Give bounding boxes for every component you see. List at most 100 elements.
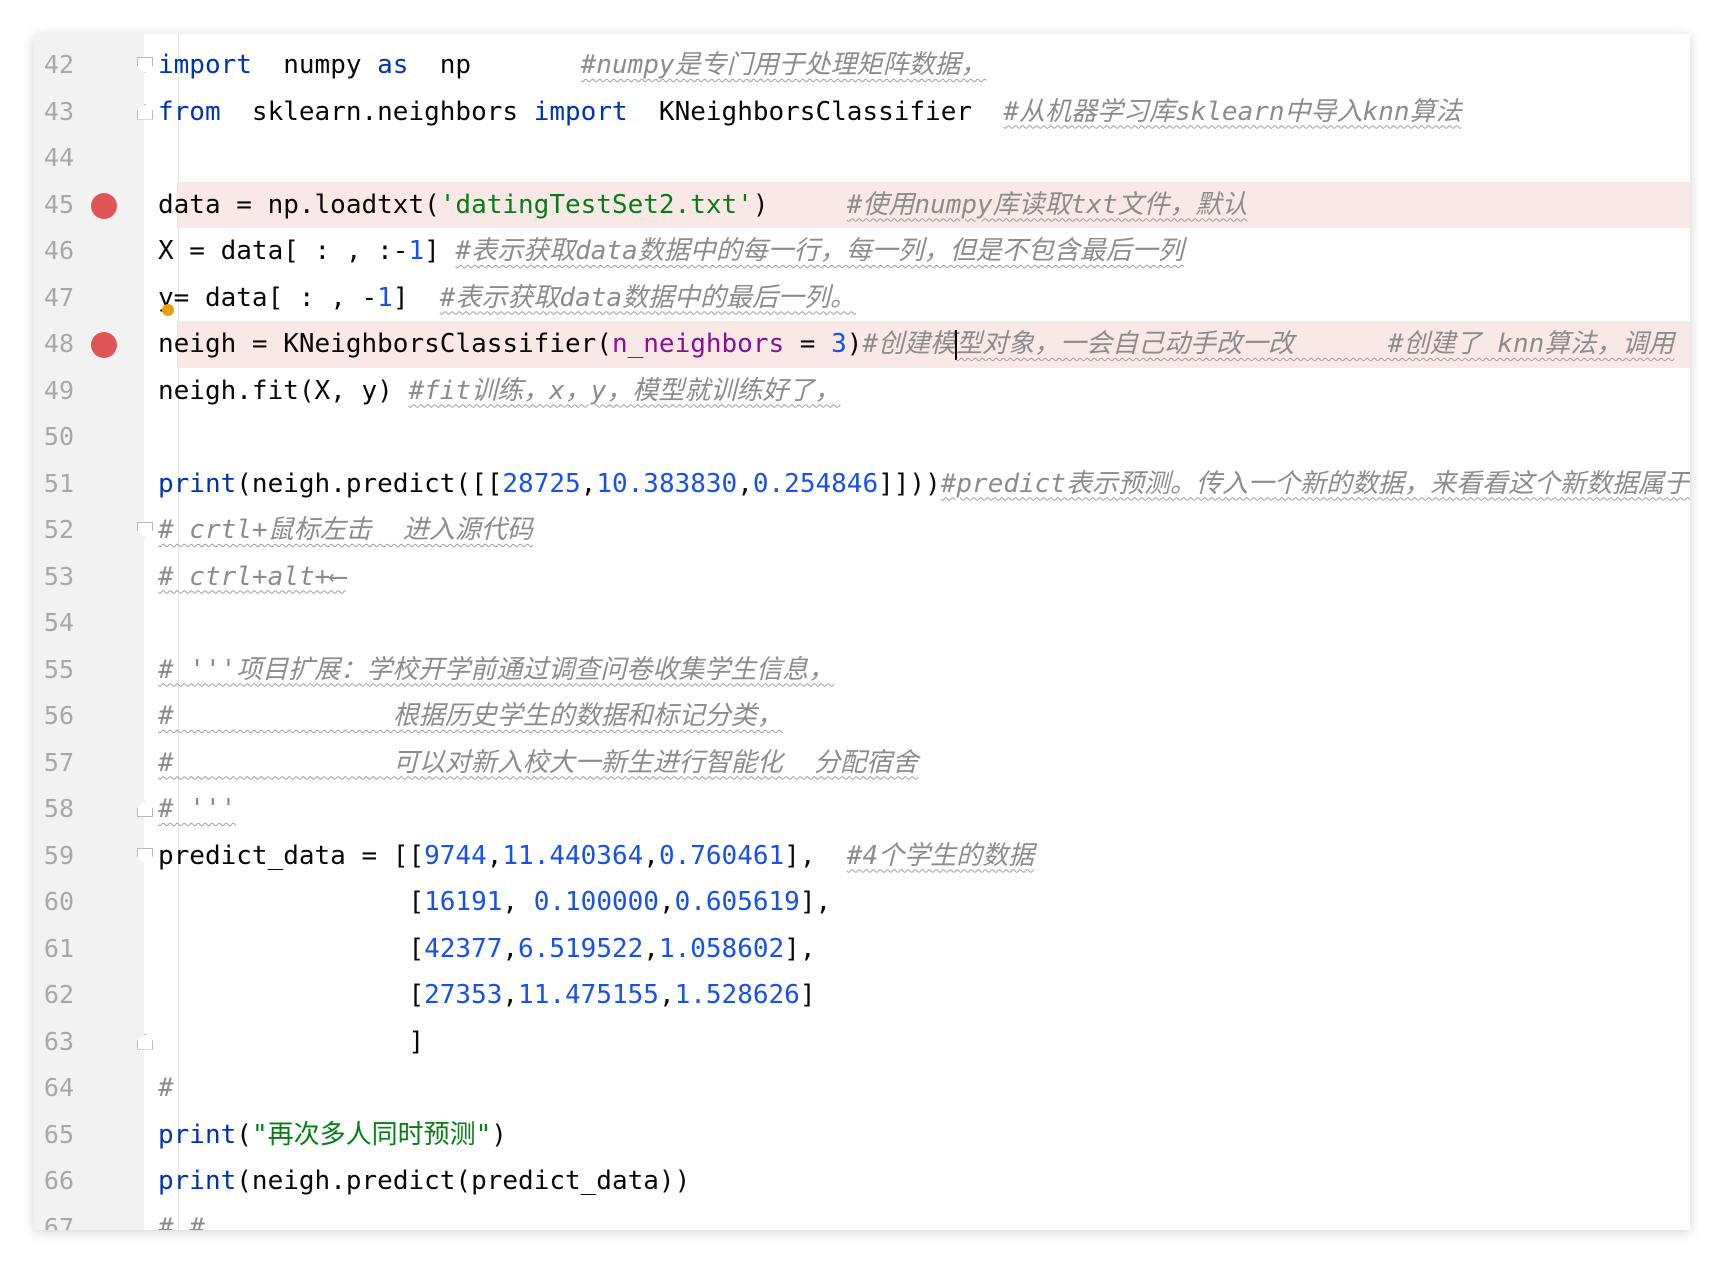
code-token: 0.254846: [752, 468, 879, 499]
line-number[interactable]: 57: [34, 740, 74, 787]
line-number[interactable]: 48: [34, 321, 74, 368]
line-number[interactable]: 67: [34, 1205, 74, 1231]
code-line[interactable]: 50: [34, 414, 1690, 461]
line-number[interactable]: 45: [34, 182, 74, 229]
code-token: =: [784, 329, 832, 359]
code-lines[interactable]: 42 import numpy as np #numpy是专门用于处理矩阵数据， 4…: [34, 42, 1690, 1230]
line-number[interactable]: 59: [34, 833, 74, 880]
code-line[interactable]: 52 # crtl+鼠标左击 进入源代码: [34, 507, 1690, 554]
fold-toggle-icon[interactable]: [137, 847, 153, 864]
line-number[interactable]: 61: [34, 926, 74, 973]
code-line[interactable]: 46 X = data[ : , :-1] #表示获取data数据中的每一行，每一…: [34, 228, 1690, 275]
code-text[interactable]: print(neigh.predict([[28725,10.383830,0.…: [158, 461, 1690, 508]
code-line[interactable]: 45 data = np.loadtxt('datingTestSet2.txt'…: [34, 181, 1690, 229]
line-number[interactable]: 64: [34, 1065, 74, 1112]
code-text[interactable]: # 根据历史学生的数据和标记分类，: [158, 693, 783, 740]
code-line[interactable]: 63 ]: [34, 1019, 1690, 1066]
code-line[interactable]: 48 neigh = KNeighborsClassifier(n_neighbo…: [34, 321, 1690, 368]
line-number[interactable]: 49: [34, 368, 74, 415]
code-line[interactable]: 49 neigh.fit(X, y) #fit训练，x，y，模型就训练好了，: [34, 368, 1690, 415]
code-line[interactable]: 57 # 可以对新入校大一新生进行智能化 分配宿舍: [34, 740, 1690, 787]
code-line[interactable]: 54: [34, 600, 1690, 647]
code-line[interactable]: 66 print(neigh.predict(predict_data)): [34, 1158, 1690, 1205]
line-number[interactable]: 46: [34, 228, 74, 275]
code-text[interactable]: [42377,6.519522,1.058602],: [158, 926, 815, 973]
code-text[interactable]: print("再次多人同时预测"): [158, 1112, 507, 1159]
code-line[interactable]: 64 #: [34, 1065, 1690, 1112]
code-token: ,: [643, 840, 659, 871]
code-line[interactable]: 44: [34, 135, 1690, 182]
breakpoint-icon[interactable]: [91, 192, 117, 219]
code-line[interactable]: 60 [16191, 0.100000,0.605619],: [34, 879, 1690, 926]
code-token: 1: [408, 236, 425, 266]
line-number[interactable]: 43: [34, 89, 74, 136]
code-line[interactable]: 55 # '''项目扩展：学校开学前通过调查问卷收集学生信息，: [34, 647, 1690, 694]
code-text[interactable]: [27353,11.475155,1.528626]: [158, 972, 815, 1019]
line-number[interactable]: 44: [34, 135, 74, 182]
code-text[interactable]: ]: [158, 1019, 424, 1066]
breakpoint-icon[interactable]: [91, 332, 117, 358]
line-number[interactable]: 56: [34, 693, 74, 740]
code-text[interactable]: X = data[ : , :-1] #表示获取data数据中的每一行，每一列，…: [158, 228, 1184, 275]
code-line[interactable]: 59 predict_data = [[9744,11.440364,0.7604…: [34, 833, 1690, 880]
line-number[interactable]: 47: [34, 275, 74, 322]
code-token: 1.058602: [658, 933, 785, 964]
line-number[interactable]: 60: [34, 879, 74, 926]
fold-toggle-icon[interactable]: [137, 57, 153, 73]
code-token: 型对象，一会自己动手改一改 #创建了 knn算法，调用: [956, 329, 1675, 359]
fold-toggle-icon[interactable]: [137, 801, 153, 817]
line-number[interactable]: 55: [34, 647, 74, 694]
lightbulb-icon[interactable]: [161, 303, 174, 316]
code-token: 27353: [424, 980, 503, 1010]
code-line[interactable]: 51 print(neigh.predict([[28725,10.383830,…: [34, 461, 1690, 508]
line-number[interactable]: 53: [34, 554, 74, 601]
line-number[interactable]: 65: [34, 1112, 74, 1159]
line-number[interactable]: 52: [34, 507, 74, 554]
code-line[interactable]: 62 [27353,11.475155,1.528626]: [34, 972, 1690, 1019]
line-number[interactable]: 66: [34, 1158, 74, 1205]
code-text[interactable]: [16191, 0.100000,0.605619],: [158, 879, 831, 926]
code-text[interactable]: # ''': [158, 786, 236, 833]
code-line[interactable]: 53 # ctrl+alt+⟵: [34, 554, 1690, 601]
line-number[interactable]: 42: [34, 42, 74, 89]
code-line[interactable]: 47 y= data[ : , -1] #表示获取data数据中的最后一列。: [34, 275, 1690, 322]
line-number[interactable]: 62: [34, 972, 74, 1019]
code-text[interactable]: import numpy as np #numpy是专门用于处理矩阵数据，: [158, 42, 987, 89]
code-text[interactable]: data = np.loadtxt('datingTestSet2.txt') …: [158, 182, 1248, 229]
line-number[interactable]: 63: [34, 1019, 74, 1066]
code-token: 0.605619: [674, 887, 800, 917]
code-text[interactable]: neigh = KNeighborsClassifier(n_neighbors…: [158, 321, 1674, 368]
code-token: as: [377, 50, 409, 80]
code-text[interactable]: # #: [158, 1205, 205, 1231]
code-text[interactable]: print(neigh.predict(predict_data)): [158, 1158, 690, 1205]
code-line[interactable]: 43 from sklearn.neighbors import KNeighbo…: [34, 89, 1690, 136]
code-token: ,: [502, 980, 519, 1010]
code-text[interactable]: predict_data = [[9744,11.440364,0.760461…: [158, 833, 1034, 880]
code-line[interactable]: 67 # #: [34, 1205, 1690, 1231]
code-line[interactable]: 42 import numpy as np #numpy是专门用于处理矩阵数据，: [34, 42, 1690, 89]
code-text[interactable]: # '''项目扩展：学校开学前通过调查问卷收集学生信息，: [158, 647, 834, 694]
code-text[interactable]: # crtl+鼠标左击 进入源代码: [158, 507, 533, 554]
line-number[interactable]: 51: [34, 461, 74, 508]
code-token: #从机器学习库sklearn中导入knn算法: [1003, 96, 1462, 127]
code-text[interactable]: from sklearn.neighbors import KNeighbors…: [158, 89, 1462, 136]
code-editor[interactable]: 42 import numpy as np #numpy是专门用于处理矩阵数据， 4…: [34, 34, 1690, 1230]
code-token: 3: [831, 329, 847, 359]
code-text[interactable]: #: [158, 1065, 174, 1112]
code-token: ]: [158, 1026, 425, 1057]
code-text[interactable]: # 可以对新入校大一新生进行智能化 分配宿舍: [158, 740, 918, 787]
fold-toggle-icon[interactable]: [137, 522, 153, 538]
code-line[interactable]: 56 # 根据历史学生的数据和标记分类，: [34, 693, 1690, 740]
code-line[interactable]: 61 [42377,6.519522,1.058602],: [34, 926, 1690, 973]
fold-toggle-icon[interactable]: [137, 1033, 153, 1050]
code-text[interactable]: neigh.fit(X, y) #fit训练，x，y，模型就训练好了，: [158, 368, 840, 415]
code-text[interactable]: # ctrl+alt+⟵: [158, 554, 346, 601]
code-token: sklearn.neighbors: [220, 96, 534, 127]
code-text[interactable]: y= data[ : , -1] #表示获取data数据中的最后一列。: [158, 275, 856, 322]
line-number[interactable]: 54: [34, 600, 74, 647]
code-line[interactable]: 65 print("再次多人同时预测"): [34, 1112, 1690, 1159]
fold-toggle-icon[interactable]: [137, 103, 153, 120]
line-number[interactable]: 58: [34, 786, 74, 833]
line-number[interactable]: 50: [34, 414, 74, 461]
code-line[interactable]: 58 # ''': [34, 786, 1690, 833]
